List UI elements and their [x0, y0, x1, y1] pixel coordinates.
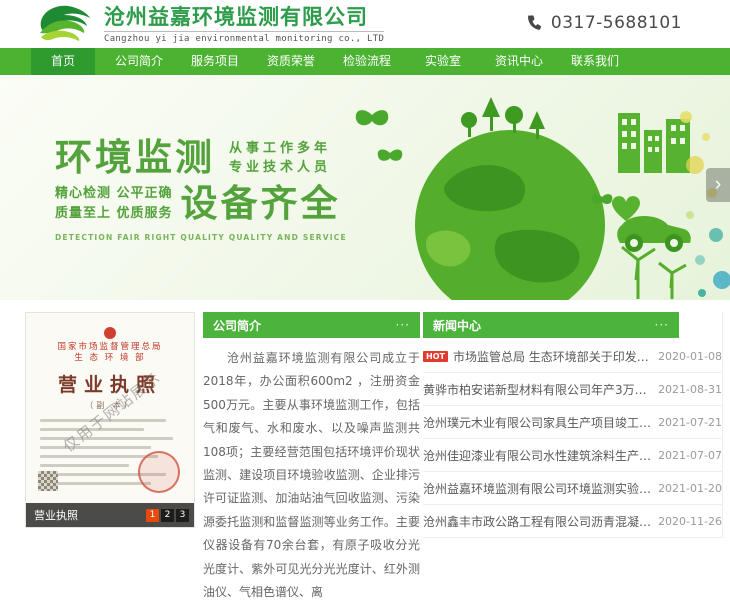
news-item[interactable]: HOT 市场监管总局 生态环境部关于印发《检验... 2020-01-08	[423, 340, 722, 373]
nav-item-news[interactable]: 资讯中心	[487, 48, 551, 75]
news-panel: 新闻中心 ··· HOT 市场监管总局 生态环境部关于印发《检验... 2020…	[423, 312, 723, 538]
company-name: 沧州益嘉环境监测有限公司	[104, 4, 384, 30]
license-caption-text: 营业执照	[34, 507, 146, 523]
news-title: 新闻中心	[433, 317, 655, 334]
news-item-date: 2021-08-31	[658, 383, 722, 396]
leaf-swirl-icon	[28, 2, 96, 46]
nav-item-services[interactable]: 服务项目	[183, 48, 247, 75]
main-nav: 首页 公司简介 服务项目 资质荣誉 检验流程 实验室 资讯中心 联系我们	[0, 48, 730, 75]
news-item[interactable]: 沧州鑫丰市政公路工程有限公司沥青混凝土生产... 2020-11-26	[423, 505, 722, 538]
eco-banner-graphic	[350, 75, 730, 300]
nav-item-process[interactable]: 检验流程	[335, 48, 399, 75]
news-item-date: 2021-07-07	[658, 449, 722, 462]
license-pagination: 1 2 3	[146, 509, 189, 522]
banner-slogan: 环境监测 从事工作多年 专业技术人员 精心检测 公平正确 质量至上 优质服务 设…	[55, 135, 347, 242]
news-item-title: 黄骅市柏安诺新型材料有限公司年产3万吨砂浆...	[423, 381, 652, 398]
news-item-date: 2020-11-26	[658, 515, 722, 528]
news-item-date: 2021-01-20	[658, 482, 722, 495]
nav-item-honors[interactable]: 资质荣誉	[259, 48, 323, 75]
about-title: 公司简介	[213, 317, 396, 334]
about-more-link[interactable]: ···	[396, 320, 410, 330]
news-item[interactable]: 沧州璞元木业有限公司家具生产项目竣工环境保... 2021-07-21	[423, 406, 722, 439]
nav-item-home[interactable]: 首页	[31, 48, 95, 75]
license-authority-line1: 国家市场监督管理总局	[36, 342, 184, 353]
pager-3[interactable]: 3	[176, 509, 189, 522]
news-item-date: 2021-07-21	[658, 416, 722, 429]
hero-banner: 环境监测 从事工作多年 专业技术人员 精心检测 公平正确 质量至上 优质服务 设…	[0, 75, 730, 300]
nav-item-lab[interactable]: 实验室	[411, 48, 475, 75]
license-red-seal	[138, 451, 180, 493]
hot-badge: HOT	[423, 351, 448, 362]
slogan-headline-1: 环境监测	[55, 135, 215, 181]
license-carousel[interactable]: 国家市场监督管理总局 生 态 环 境 部 营业执照 （副 本） 仅用于网站展示 …	[25, 312, 195, 528]
nav-item-contact[interactable]: 联系我们	[563, 48, 627, 75]
news-list: HOT 市场监管总局 生态环境部关于印发《检验... 2020-01-08 黄骅…	[423, 340, 722, 538]
news-item-date: 2020-01-08	[658, 350, 722, 363]
header-phone: 0317-5688101	[526, 13, 682, 33]
slogan-taglines-1: 从事工作多年 专业技术人员	[229, 139, 331, 177]
national-emblem-icon	[104, 327, 116, 339]
news-item[interactable]: 黄骅市柏安诺新型材料有限公司年产3万吨砂浆... 2021-08-31	[423, 373, 722, 406]
news-item-title: 沧州鑫丰市政公路工程有限公司沥青混凝土生产...	[423, 513, 652, 530]
business-license-image: 国家市场监督管理总局 生 态 环 境 部 营业执照 （副 本） 仅用于网站展示	[26, 313, 194, 527]
license-qr-code	[38, 471, 58, 491]
site-header: 沧州益嘉环境监测有限公司 Cangzhou yi jia environment…	[0, 0, 730, 48]
pager-2[interactable]: 2	[161, 509, 174, 522]
brand-block: 沧州益嘉环境监测有限公司 Cangzhou yi jia environment…	[104, 4, 384, 44]
carousel-next-button[interactable]: ›	[706, 168, 730, 202]
nav-item-about[interactable]: 公司简介	[107, 48, 171, 75]
license-caption-bar: 营业执照 1 2 3	[26, 503, 194, 527]
pager-1[interactable]: 1	[146, 509, 159, 522]
company-name-en: Cangzhou yi jia environmental monitoring…	[104, 31, 384, 44]
about-text: 沧州益嘉环境监测有限公司成立于2018年，办公面积600m2 ，注册资金500万…	[203, 347, 420, 604]
news-item[interactable]: 沧州益嘉环境监测有限公司环境监测实验室建设... 2021-01-20	[423, 472, 722, 505]
slogan-taglines-2: 精心检测 公平正确 质量至上 优质服务	[55, 184, 173, 224]
phone-icon	[526, 15, 542, 31]
about-panel: 公司简介 ··· 沧州益嘉环境监测有限公司成立于2018年，办公面积600m2 …	[203, 312, 420, 604]
news-item-title: 沧州佳迎漆业有限公司水性建筑涂料生产线技术...	[423, 447, 652, 464]
homepage: 沧州益嘉环境监测有限公司 Cangzhou yi jia environment…	[0, 0, 730, 517]
content-area: 国家市场监督管理总局 生 态 环 境 部 营业执照 （副 本） 仅用于网站展示 …	[0, 300, 730, 517]
company-logo	[28, 2, 96, 46]
news-item[interactable]: 沧州佳迎漆业有限公司水性建筑涂料生产线技术... 2021-07-07	[423, 439, 722, 472]
slogan-headline-2: 设备齐全	[181, 181, 341, 227]
news-more-link[interactable]: ···	[655, 320, 669, 330]
about-panel-header: 公司简介 ···	[203, 312, 420, 338]
news-panel-header: 新闻中心 ···	[423, 312, 679, 338]
news-item-title: 沧州益嘉环境监测有限公司环境监测实验室建设...	[423, 480, 652, 497]
phone-number[interactable]: 0317-5688101	[551, 13, 682, 33]
news-item-title: 沧州璞元木业有限公司家具生产项目竣工环境保...	[423, 414, 652, 431]
news-item-title: 市场监管总局 生态环境部关于印发《检验...	[453, 348, 652, 365]
slogan-english-line: DETECTION FAIR RIGHT QUALITY QUALITY AND…	[55, 233, 347, 242]
